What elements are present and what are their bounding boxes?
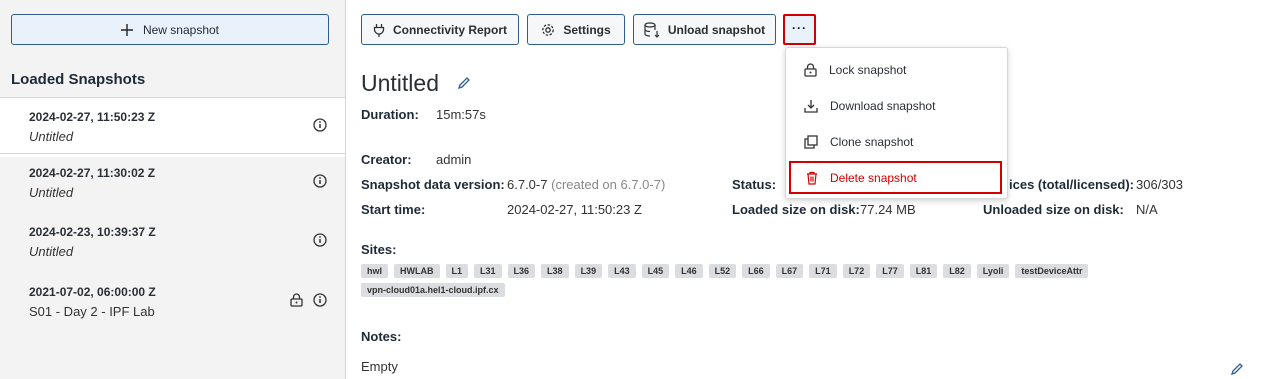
edit-title-icon[interactable]	[457, 76, 471, 90]
unload-snapshot-button[interactable]: Unload snapshot	[633, 14, 776, 45]
unload-snapshot-label: Unload snapshot	[667, 22, 766, 37]
creator-value: admin	[436, 152, 472, 167]
connectivity-report-button[interactable]: Connectivity Report	[361, 14, 519, 45]
menu-item-delete[interactable]: Delete snapshot	[789, 161, 1002, 194]
site-tag: L82	[943, 264, 971, 278]
new-snapshot-button[interactable]: New snapshot	[11, 14, 329, 45]
start-time-label: Start time:	[361, 202, 426, 217]
status-label: Status:	[732, 177, 777, 192]
menu-item-label: Download snapshot	[830, 99, 936, 113]
site-tag: hwl	[361, 264, 388, 278]
snapshot-item[interactable]: 2024-02-27, 11:50:23 Z Untitled	[0, 97, 345, 157]
site-tag: L31	[474, 264, 502, 278]
plus-icon	[120, 23, 133, 36]
site-tag: L67	[775, 264, 804, 278]
info-icon[interactable]	[313, 293, 327, 307]
page-title: Untitled	[361, 70, 439, 96]
menu-item-clone[interactable]: Clone snapshot	[786, 124, 1007, 160]
loaded-snapshots-heading: Loaded Snapshots	[11, 71, 146, 88]
site-tag: L81	[909, 264, 938, 278]
version-number: 6.7.0-7	[507, 177, 548, 192]
devices-label: ices (total/licensed):	[1009, 177, 1134, 192]
loaded-size-label: Loaded size on disk:	[732, 202, 860, 217]
site-tag: L39	[574, 264, 603, 278]
site-tag: L77	[876, 264, 904, 278]
site-tag: testDeviceAttr	[1015, 264, 1089, 278]
sidebar: New snapshot Loaded Snapshots 2024-02-27…	[0, 0, 346, 379]
sites-tags: hwl HWLAB L1 L31 L36 L38 L39 L43 L45 L46 L52 L66 L67…	[361, 264, 1121, 297]
database-unload-icon	[644, 21, 660, 38]
site-tag: L66	[742, 264, 770, 278]
menu-item-label: Clone snapshot	[830, 135, 914, 149]
info-icon[interactable]	[313, 174, 327, 188]
info-icon[interactable]	[313, 118, 327, 132]
version-note: (created on 6.7.0-7)	[551, 177, 666, 192]
duration-value: 15m:57s	[436, 107, 486, 122]
menu-item-lock[interactable]: Lock snapshot	[786, 52, 1007, 88]
menu-item-label: Lock snapshot	[829, 63, 907, 77]
gear-icon	[541, 23, 555, 37]
loaded-size-value: 77.24 MB	[860, 202, 916, 217]
snapshot-name: Untitled	[29, 185, 74, 200]
edit-notes-icon[interactable]	[1230, 362, 1244, 376]
creator-label: Creator:	[361, 152, 412, 167]
snapshot-date: 2024-02-27, 11:50:23 Z	[29, 110, 156, 124]
connectivity-report-label: Connectivity Report	[392, 22, 507, 37]
clone-icon	[804, 135, 818, 149]
download-icon	[804, 99, 818, 113]
site-tag: L71	[809, 264, 837, 278]
lock-icon	[804, 63, 817, 77]
more-actions-button[interactable]: ···	[783, 14, 816, 45]
settings-button[interactable]: Settings	[527, 14, 625, 45]
sites-label: Sites:	[361, 242, 397, 257]
site-tag: L52	[708, 264, 737, 278]
duration-label: Duration:	[361, 107, 419, 122]
snapshot-name: Untitled	[29, 129, 74, 144]
site-tag: vpn-cloud01a.hel1-cloud.ipf.cx	[361, 283, 505, 297]
trash-icon	[806, 171, 818, 185]
snapshot-version-value: 6.7.0-7 (created on 6.7.0-7)	[507, 177, 665, 192]
site-tag: L36	[507, 264, 536, 278]
info-icon[interactable]	[313, 233, 327, 247]
unloaded-size-value: N/A	[1136, 202, 1158, 217]
lock-icon	[290, 293, 303, 307]
snapshot-item[interactable]: 2024-02-23, 10:39:37 Z Untitled	[0, 213, 345, 273]
site-tag: L46	[675, 264, 703, 278]
snapshot-item[interactable]: 2021-07-02, 06:00:00 Z S01 - Day 2 - IPF…	[0, 273, 345, 333]
snapshot-date: 2024-02-27, 11:30:02 Z	[29, 166, 156, 180]
new-snapshot-label: New snapshot	[142, 22, 220, 37]
unloaded-size-label: Unloaded size on disk:	[983, 202, 1124, 217]
menu-item-download[interactable]: Download snapshot	[786, 88, 1007, 124]
snapshot-date: 2021-07-02, 06:00:00 Z	[29, 285, 156, 299]
notes-value: Empty	[361, 359, 398, 374]
site-tag: L1	[445, 264, 469, 278]
snapshot-version-label: Snapshot data version:	[361, 177, 505, 192]
notes-label: Notes:	[361, 329, 402, 344]
start-time-value: 2024-02-27, 11:50:23 Z	[507, 202, 642, 217]
devices-value: 306/303	[1136, 177, 1183, 192]
snapshot-actions-menu: Lock snapshot Download snapshot Clone sn…	[785, 47, 1008, 199]
site-tag: L45	[641, 264, 670, 278]
plug-icon	[373, 23, 385, 37]
menu-item-label: Delete snapshot	[830, 170, 917, 185]
snapshot-name: S01 - Day 2 - IPF Lab	[29, 304, 155, 319]
site-tag: L72	[842, 264, 871, 278]
site-tag: L43	[608, 264, 636, 278]
settings-label: Settings	[563, 22, 611, 37]
site-tag: Lyoli	[976, 264, 1010, 278]
snapshot-name: Untitled	[29, 244, 74, 259]
site-tag: HWLAB	[394, 264, 440, 278]
site-tag: L38	[541, 264, 569, 278]
snapshot-date: 2024-02-23, 10:39:37 Z	[29, 225, 156, 239]
more-dots: ···	[792, 20, 807, 35]
snapshot-item[interactable]: 2024-02-27, 11:30:02 Z Untitled	[0, 153, 345, 213]
